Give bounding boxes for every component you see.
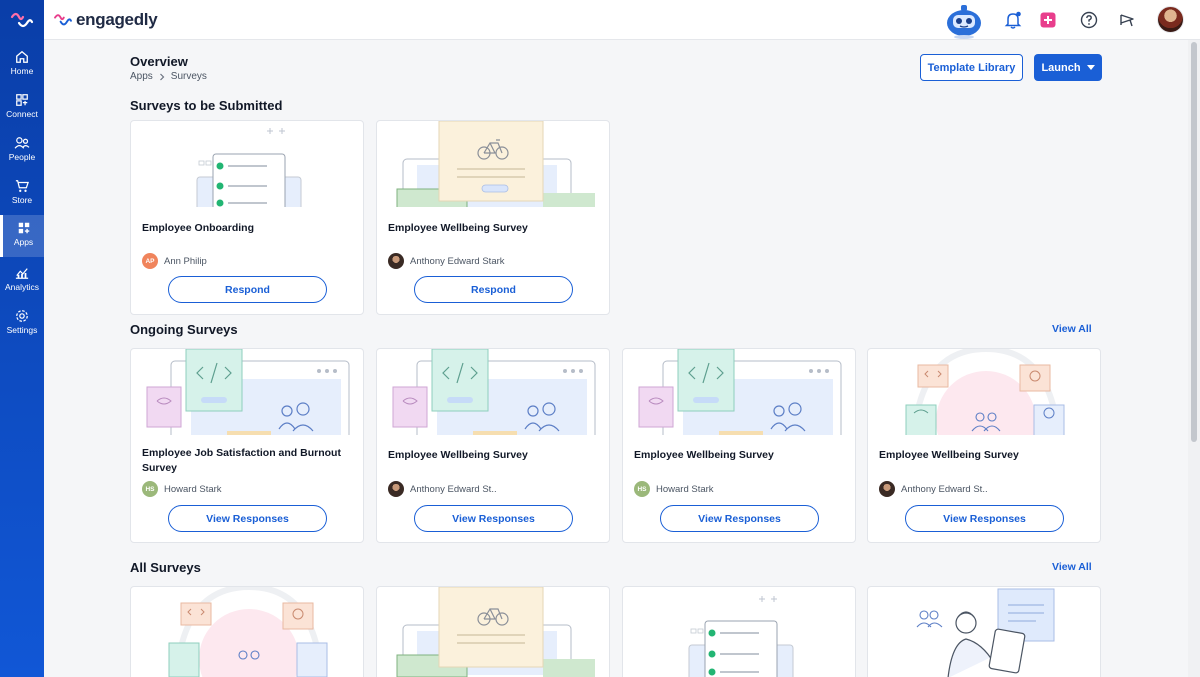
owner-avatar [388, 481, 404, 497]
owner-name: Anthony Edward St.. [410, 483, 497, 495]
section-title-ongoing: Ongoing Surveys [130, 322, 238, 337]
survey-owner: Anthony Edward St.. [879, 481, 988, 497]
survey-code-illustration [638, 349, 842, 435]
owner-name: Howard Stark [164, 483, 222, 495]
view-all-surveys-link[interactable]: View All [1052, 561, 1092, 573]
survey-team-illustration [168, 587, 328, 677]
sidebar-item-label: Connect [6, 109, 38, 119]
top-bar: engagedly [44, 0, 1200, 40]
launch-button[interactable]: Launch [1034, 54, 1102, 81]
survey-card[interactable]: Employee Wellbeing Survey Anthony Edward… [867, 348, 1101, 543]
view-responses-button[interactable]: View Responses [414, 505, 573, 532]
survey-card[interactable]: Employee Wellbeing Survey Anthony Edward… [376, 120, 610, 315]
owner-name: Howard Stark [656, 483, 714, 495]
section-title-all: All Surveys [130, 560, 201, 575]
owner-avatar: AP [142, 253, 158, 269]
cart-icon [15, 180, 29, 192]
owner-avatar: HS [142, 481, 158, 497]
add-new-icon[interactable] [1038, 10, 1058, 30]
survey-bicycle-illustration [396, 587, 595, 677]
survey-person-illustration [916, 588, 1055, 677]
survey-card[interactable] [867, 586, 1101, 677]
sidebar-item-label: Home [10, 66, 34, 76]
user-avatar[interactable] [1157, 6, 1184, 33]
respond-button[interactable]: Respond [168, 276, 327, 303]
sidebar-item-label: Apps [13, 237, 34, 247]
survey-card[interactable]: Employee Job Satisfaction and Burnout Su… [130, 348, 364, 543]
chevron-right-icon [159, 73, 165, 80]
sidebar-item-home[interactable]: Home [0, 44, 44, 86]
owner-name: Anthony Edward Stark [410, 255, 505, 267]
sidebar-item-label: Settings [6, 325, 38, 335]
sidebar-item-label: Analytics [4, 282, 39, 292]
template-library-button[interactable]: Template Library [920, 54, 1023, 81]
section-title-to-submit: Surveys to be Submitted [130, 98, 283, 113]
breadcrumb-surveys: Surveys [170, 71, 207, 82]
sidebar-item-analytics[interactable]: Analytics [0, 260, 44, 302]
survey-code-illustration [146, 349, 350, 435]
survey-owner: Anthony Edward Stark [388, 253, 505, 269]
survey-title: Employee Job Satisfaction and Burnout Su… [142, 447, 341, 474]
people-icon [14, 137, 30, 149]
sidebar-item-people[interactable]: People [0, 130, 44, 172]
survey-owner: AP Ann Philip [142, 253, 207, 269]
view-responses-button[interactable]: View Responses [168, 505, 327, 532]
bell-icon[interactable] [1003, 10, 1023, 30]
sidebar-item-apps[interactable]: Apps [0, 215, 44, 257]
view-all-ongoing-link[interactable]: View All [1052, 323, 1092, 335]
page-title: Overview [130, 54, 188, 69]
owner-name: Ann Philip [164, 255, 207, 267]
sidebar-item-label: Store [11, 195, 33, 205]
sidebar: Home Connect People Store Apps Analytics… [0, 0, 44, 677]
survey-code-illustration [392, 349, 596, 435]
survey-title: Employee Wellbeing Survey [879, 449, 1019, 461]
breadcrumb: Apps Surveys [130, 71, 207, 82]
survey-title: Employee Onboarding [142, 222, 255, 234]
survey-checklist-illustration [196, 128, 302, 207]
engagedly-logo-icon[interactable] [10, 9, 34, 31]
survey-owner: HS Howard Stark [142, 481, 222, 497]
survey-title: Employee Wellbeing Survey [634, 449, 774, 461]
engagedly-logo-icon [54, 14, 72, 26]
apps-icon [18, 222, 29, 234]
scrollbar-thumb[interactable] [1191, 42, 1197, 442]
survey-card[interactable] [376, 586, 610, 677]
home-icon [16, 50, 28, 63]
connect-icon [16, 94, 28, 106]
sidebar-item-settings[interactable]: Settings [0, 303, 44, 345]
survey-owner: Anthony Edward St.. [388, 481, 497, 497]
owner-avatar [879, 481, 895, 497]
assistant-bot-icon[interactable] [944, 3, 984, 39]
help-icon[interactable] [1079, 10, 1099, 30]
sidebar-item-label: People [8, 152, 36, 162]
owner-avatar [388, 253, 404, 269]
announcement-icon[interactable] [1118, 10, 1138, 30]
respond-button[interactable]: Respond [414, 276, 573, 303]
view-responses-button[interactable]: View Responses [905, 505, 1064, 532]
brand-name: engagedly [76, 10, 158, 29]
survey-card[interactable]: Employee Wellbeing Survey Anthony Edward… [376, 348, 610, 543]
view-responses-button[interactable]: View Responses [660, 505, 819, 532]
owner-name: Anthony Edward St.. [901, 483, 988, 495]
gear-icon [16, 310, 28, 322]
page-scrollbar[interactable] [1188, 40, 1200, 677]
owner-avatar: HS [634, 481, 650, 497]
analytics-icon [15, 268, 29, 279]
survey-card[interactable] [622, 586, 856, 677]
sidebar-item-connect[interactable]: Connect [0, 87, 44, 129]
survey-owner: HS Howard Stark [634, 481, 714, 497]
survey-card[interactable]: Employee Onboarding AP Ann Philip Respon… [130, 120, 364, 315]
breadcrumb-apps[interactable]: Apps [130, 71, 153, 82]
survey-card[interactable]: Employee Wellbeing Survey HS Howard Star… [622, 348, 856, 543]
sidebar-item-store[interactable]: Store [0, 173, 44, 215]
survey-card[interactable] [130, 586, 364, 677]
survey-title: Employee Wellbeing Survey [388, 222, 528, 234]
caret-down-icon [1086, 65, 1095, 70]
survey-bicycle-illustration [396, 121, 595, 207]
brand[interactable]: engagedly [53, 9, 158, 31]
survey-team-illustration [905, 349, 1065, 435]
survey-title: Employee Wellbeing Survey [388, 449, 528, 461]
launch-button-label: Launch [1041, 61, 1081, 74]
survey-checklist-illustration [688, 596, 794, 677]
